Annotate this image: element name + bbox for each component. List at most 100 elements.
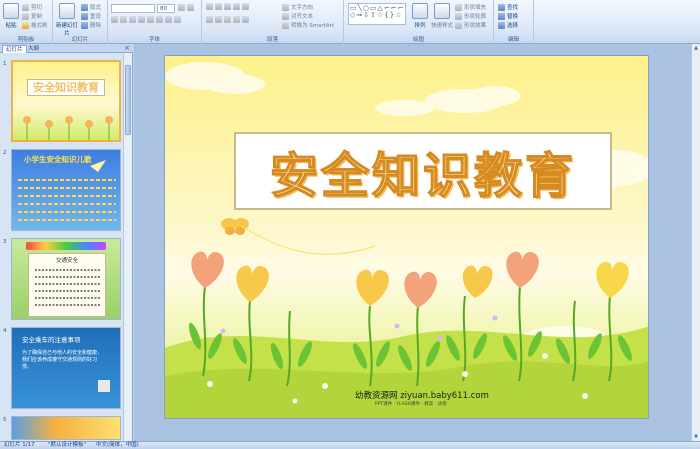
clipboard-label: 剪贴板 <box>17 37 35 43</box>
fill-icon <box>455 3 462 11</box>
font-name-field[interactable] <box>111 4 155 13</box>
align-text-button[interactable]: 对齐文本 <box>282 12 313 20</box>
tab-outline[interactable]: 大纲 <box>25 45 42 53</box>
font-group: 80 字体 <box>108 0 202 44</box>
slide-thumb-4[interactable]: 安全乘车的注意事项 为了确保自己与他人的安全和健康，我们应该养成遵守交通规则的好… <box>11 327 121 409</box>
binoculars-icon <box>498 3 505 11</box>
shape-outline-button[interactable]: 形状轮廓 <box>455 12 486 20</box>
align-right-icon <box>224 16 231 23</box>
quick-styles-button[interactable]: 快速样式 <box>431 3 453 29</box>
editing-group: 查找 替换 选择 编辑 <box>494 0 534 44</box>
thumb-body: 为了确保自己与他人的安全和健康，我们应该养成遵守交通规则的好习惯。 <box>22 350 103 370</box>
paste-button[interactable]: 粘贴 <box>2 3 20 29</box>
copy-icon <box>22 12 29 20</box>
panel-close-icon[interactable]: × <box>124 44 130 52</box>
thumb-number: 4 <box>3 328 7 334</box>
slides-panel: 幻灯片 大纲 × 1 安全知识教育 2 小学生安全知识儿歌 3 交通安全 4 安… <box>0 44 133 441</box>
outline-icon <box>455 12 462 20</box>
slide-footer-url: 幼教资源网 ziyuan.baby611.com <box>355 391 489 401</box>
title-placeholder[interactable]: 安全知识教育 <box>234 132 612 210</box>
text-direction-icon <box>282 3 289 11</box>
smartart-icon <box>282 21 289 29</box>
scroll-up-icon[interactable]: ▲ <box>693 45 699 51</box>
reset-button[interactable]: 重设 <box>81 12 101 20</box>
columns-icon <box>242 16 249 23</box>
slide-thumb-1[interactable]: 安全知识教育 <box>11 60 121 142</box>
clipboard-group: 粘贴 剪切 复制 格式刷 剪贴板 <box>0 0 53 44</box>
paintbrush-icon <box>22 21 29 29</box>
align-buttons[interactable] <box>206 16 249 23</box>
tab-slides[interactable]: 幻灯片 <box>2 45 27 53</box>
grow-font-button[interactable] <box>178 4 194 11</box>
bullets-icon <box>206 3 213 10</box>
grow-font-icon <box>178 4 185 11</box>
thumb-poem-lines <box>35 269 101 306</box>
select-button[interactable]: 选择 <box>498 21 518 29</box>
decrease-indent-icon <box>224 3 231 10</box>
drawing-group: ▭╲○▭△⌐⌐⌐ ◇⇒⇩⇧☆{}☆ 排列 快速样式 形状填充 形状轮廓 形状效果 … <box>344 0 494 44</box>
format-painter-button[interactable]: 格式刷 <box>22 21 48 29</box>
shapes-gallery[interactable]: ▭╲○▭△⌐⌐⌐ ◇⇒⇩⇧☆{}☆ <box>348 3 406 25</box>
scroll-down-icon[interactable]: ▼ <box>693 434 699 440</box>
bold-icon <box>111 16 118 23</box>
find-button[interactable]: 查找 <box>498 3 518 11</box>
font-format-buttons[interactable] <box>111 16 181 23</box>
thumb-number: 5 <box>3 417 7 423</box>
font-size-field[interactable]: 80 <box>157 4 175 13</box>
increase-indent-icon <box>233 3 240 10</box>
shape-effects-button[interactable]: 形状效果 <box>455 21 486 29</box>
thumb-flowers <box>23 116 113 140</box>
smartart-button[interactable]: 转换为 SmartArt <box>282 21 334 29</box>
panel-tabs: 幻灯片 大纲 × <box>0 44 133 53</box>
slide-background-art <box>165 62 648 418</box>
paste-icon <box>3 3 19 19</box>
status-language[interactable]: 中文(简体，中国) <box>96 442 139 449</box>
editor-scrollbar[interactable]: ▲ ▼ <box>691 44 700 441</box>
slide-thumb-5[interactable] <box>11 416 121 440</box>
slides-group: 新建幻灯片 版式 重设 删除 幻灯片 <box>53 0 108 44</box>
new-slide-button[interactable]: 新建幻灯片 <box>56 3 78 37</box>
arrange-icon <box>412 3 428 19</box>
editing-label: 编辑 <box>507 37 519 43</box>
replace-button[interactable]: 替换 <box>498 12 518 20</box>
cursor-icon <box>498 21 505 29</box>
slide-thumb-2[interactable]: 小学生安全知识儿歌 <box>11 149 121 231</box>
butterfly <box>221 218 376 255</box>
copy-button[interactable]: 复制 <box>22 12 42 20</box>
text-direction-button[interactable]: 文字方向 <box>282 3 313 11</box>
new-slide-icon <box>59 3 75 19</box>
slide-footer-sub: PPT课件 · FLASH课件 · 教案 · 试卷 <box>375 402 447 407</box>
ribbon: 粘贴 剪切 复制 格式刷 剪贴板 新建幻灯片 版式 重设 删除 幻灯片 80 字… <box>0 0 700 44</box>
status-theme: "默认设计模板" <box>48 442 87 448</box>
align-left-icon <box>206 16 213 23</box>
slide-canvas[interactable]: 安全知识教育 幼教资源网 ziyuan.baby611.com PPT课件 · … <box>164 55 649 419</box>
strikethrough-icon <box>138 16 145 23</box>
status-slide-number: 幻灯片 1/17 <box>4 442 35 448</box>
scissors-icon <box>22 3 29 11</box>
shadow-icon <box>147 16 154 23</box>
justify-icon <box>233 16 240 23</box>
shape-fill-button[interactable]: 形状填充 <box>455 3 486 11</box>
scroll-thumb[interactable] <box>125 65 131 135</box>
list-buttons[interactable] <box>206 3 249 10</box>
slide-title: 安全知识教育 <box>269 147 576 205</box>
align-center-icon <box>215 16 222 23</box>
cut-button[interactable]: 剪切 <box>22 3 42 11</box>
layout-button[interactable]: 版式 <box>81 3 101 11</box>
slide-thumb-3[interactable]: 交通安全 <box>11 238 121 320</box>
reset-icon <box>81 12 88 20</box>
align-text-icon <box>282 12 289 20</box>
thumb-title: 交通安全 <box>55 258 78 264</box>
thumb-paper: 交通安全 <box>28 253 106 317</box>
panel-scrollbar[interactable] <box>123 53 132 441</box>
drawing-label: 绘图 <box>412 37 424 43</box>
spacing-icon <box>156 16 163 23</box>
replace-icon <box>498 12 505 20</box>
effects-icon <box>455 21 462 29</box>
paragraph-label: 段落 <box>266 37 278 43</box>
paragraph-group: 文字方向 对齐文本 转换为 SmartArt 段落 <box>202 0 344 44</box>
delete-slide-button[interactable]: 删除 <box>81 21 101 29</box>
numbering-icon <box>215 3 222 10</box>
arrange-button[interactable]: 排列 <box>411 3 429 29</box>
thumb-figure <box>98 380 110 392</box>
